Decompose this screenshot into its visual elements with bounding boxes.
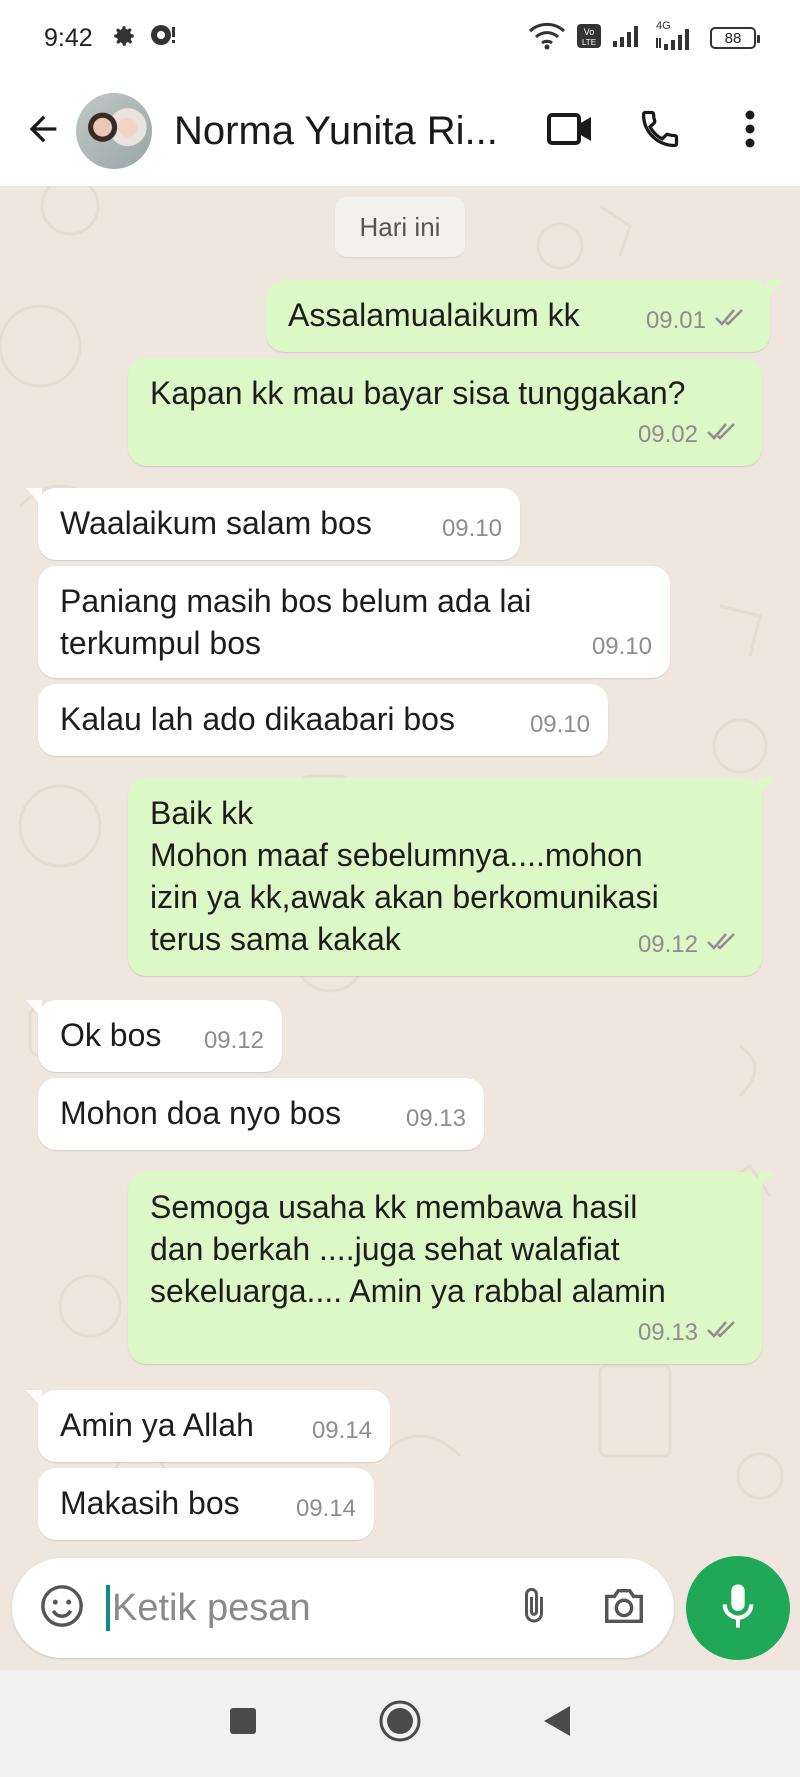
message-text: Kalau lah ado dikaabari bos <box>60 701 455 737</box>
message-bubble-incoming[interactable]: Mohon doa nyo bos 09.13 <box>38 1078 484 1150</box>
nav-recents-icon[interactable] <box>228 1706 258 1741</box>
more-options-button[interactable] <box>714 95 786 167</box>
attach-button[interactable] <box>504 1578 564 1638</box>
message-text: Paniang masih bos belum ada lai terkumpu… <box>60 583 532 661</box>
voice-message-button[interactable] <box>686 1556 790 1660</box>
message-meta: 09.12 <box>204 1020 264 1062</box>
bubble-tail <box>766 280 782 298</box>
message-time: 09.12 <box>203 1027 264 1054</box>
svg-text:Vo: Vo <box>584 27 595 37</box>
emoji-icon <box>39 1583 85 1634</box>
message-meta: 09.10 <box>530 704 590 746</box>
message-time: 09.14 <box>295 1495 356 1522</box>
signal-icon <box>612 23 644 54</box>
message-bubble-outgoing[interactable]: Kapan kk mau bayar sisa tunggakan? 09.02 <box>128 358 762 466</box>
message-input[interactable] <box>110 1585 474 1631</box>
message-time: 09.13 <box>637 1319 698 1346</box>
double-check-icon <box>706 1312 742 1354</box>
message-bubble-outgoing[interactable]: Assalamualaikum kk 09.01 <box>266 280 782 352</box>
date-divider: Hari ini <box>335 197 465 257</box>
bubble-tail <box>758 778 774 796</box>
bubble-tail <box>26 488 42 506</box>
double-check-icon <box>706 414 742 456</box>
mic-icon <box>718 1581 758 1636</box>
text-cursor <box>106 1585 110 1631</box>
message-meta: 09.01 <box>646 300 750 342</box>
message-time: 09.10 <box>591 633 652 660</box>
message-time: 09.10 <box>529 711 590 738</box>
battery-level: 88 <box>724 29 742 47</box>
message-bubble-incoming[interactable]: Waalaikum salam bos 09.10 <box>26 488 520 560</box>
message-bubble-outgoing[interactable]: Baik kk Mohon maaf sebelumnya....mohon i… <box>128 778 774 976</box>
message-bubble-incoming[interactable]: Kalau lah ado dikaabari bos 09.10 <box>38 684 608 756</box>
signal-4g-icon: 4G <box>654 20 700 52</box>
phone-icon <box>638 107 682 156</box>
message-time: 09.02 <box>637 421 698 448</box>
message-text: Makasih bos <box>60 1485 240 1521</box>
status-time: 9:42 <box>44 23 93 52</box>
message-bubble-incoming[interactable]: Paniang masih bos belum ada lai terkumpu… <box>38 566 670 678</box>
svg-text:LTE: LTE <box>582 38 596 47</box>
bubble-tail <box>26 1390 42 1408</box>
message-text: Assalamualaikum kk <box>288 297 580 333</box>
message-time: 09.10 <box>441 515 502 542</box>
message-meta: 09.13 <box>406 1098 466 1140</box>
message-text: Amin ya Allah <box>60 1407 254 1443</box>
video-call-icon <box>546 111 594 152</box>
bubble-tail <box>758 1172 774 1190</box>
message-meta: 09.10 <box>592 626 652 668</box>
system-nav-bar <box>0 1670 800 1777</box>
battery-icon: 88 <box>710 27 760 49</box>
message-time: 09.01 <box>645 307 706 334</box>
message-meta: 09.14 <box>296 1488 356 1530</box>
more-vert-icon <box>744 109 756 154</box>
attach-icon <box>514 1583 554 1634</box>
message-meta: 09.14 <box>312 1410 372 1452</box>
message-time: 09.13 <box>405 1105 466 1132</box>
settings-icon <box>111 23 137 54</box>
message-text: Ok bos <box>60 1017 162 1053</box>
back-button[interactable] <box>10 98 76 164</box>
contact-name[interactable]: Norma Yunita Ri... <box>174 109 504 154</box>
camera-button[interactable] <box>594 1578 654 1638</box>
message-text: Semoga usaha kk membawa hasil dan berkah… <box>150 1189 666 1309</box>
message-meta: 09.02 <box>638 414 742 456</box>
chat-header: Norma Yunita Ri... <box>0 76 800 186</box>
nav-home-icon[interactable] <box>378 1699 422 1748</box>
back-arrow-icon <box>23 109 63 154</box>
emoji-button[interactable] <box>32 1578 92 1638</box>
message-bubble-incoming[interactable]: Ok bos 09.12 <box>26 1000 282 1072</box>
message-text: Kapan kk mau bayar sisa tunggakan? <box>150 375 686 411</box>
camera-icon <box>601 1586 647 1631</box>
double-check-icon <box>706 924 742 966</box>
nav-back-icon[interactable] <box>542 1704 572 1743</box>
voice-call-button[interactable] <box>624 95 696 167</box>
message-text: Mohon doa nyo bos <box>60 1095 342 1131</box>
message-time: 09.12 <box>637 931 698 958</box>
contact-avatar[interactable] <box>76 93 152 169</box>
message-time: 09.14 <box>311 1417 372 1444</box>
message-composer <box>12 1558 674 1658</box>
status-bar: 9:42 Vo LTE 4G 88 <box>0 0 800 76</box>
message-bubble-outgoing[interactable]: Semoga usaha kk membawa hasil dan berkah… <box>128 1172 774 1364</box>
message-meta: 09.12 <box>638 924 742 966</box>
message-bubble-incoming[interactable]: Amin ya Allah 09.14 <box>26 1390 390 1462</box>
message-text: Waalaikum salam bos <box>60 505 372 541</box>
video-call-button[interactable] <box>534 95 606 167</box>
message-meta: 09.10 <box>442 508 502 550</box>
message-bubble-incoming[interactable]: Makasih bos 09.14 <box>38 1468 374 1540</box>
notification-icon <box>149 23 177 54</box>
message-meta: 09.13 <box>638 1312 742 1354</box>
double-check-icon <box>714 300 750 342</box>
bubble-tail <box>26 1000 42 1018</box>
wifi-icon <box>528 22 566 55</box>
volte-icon: Vo LTE <box>576 23 602 54</box>
